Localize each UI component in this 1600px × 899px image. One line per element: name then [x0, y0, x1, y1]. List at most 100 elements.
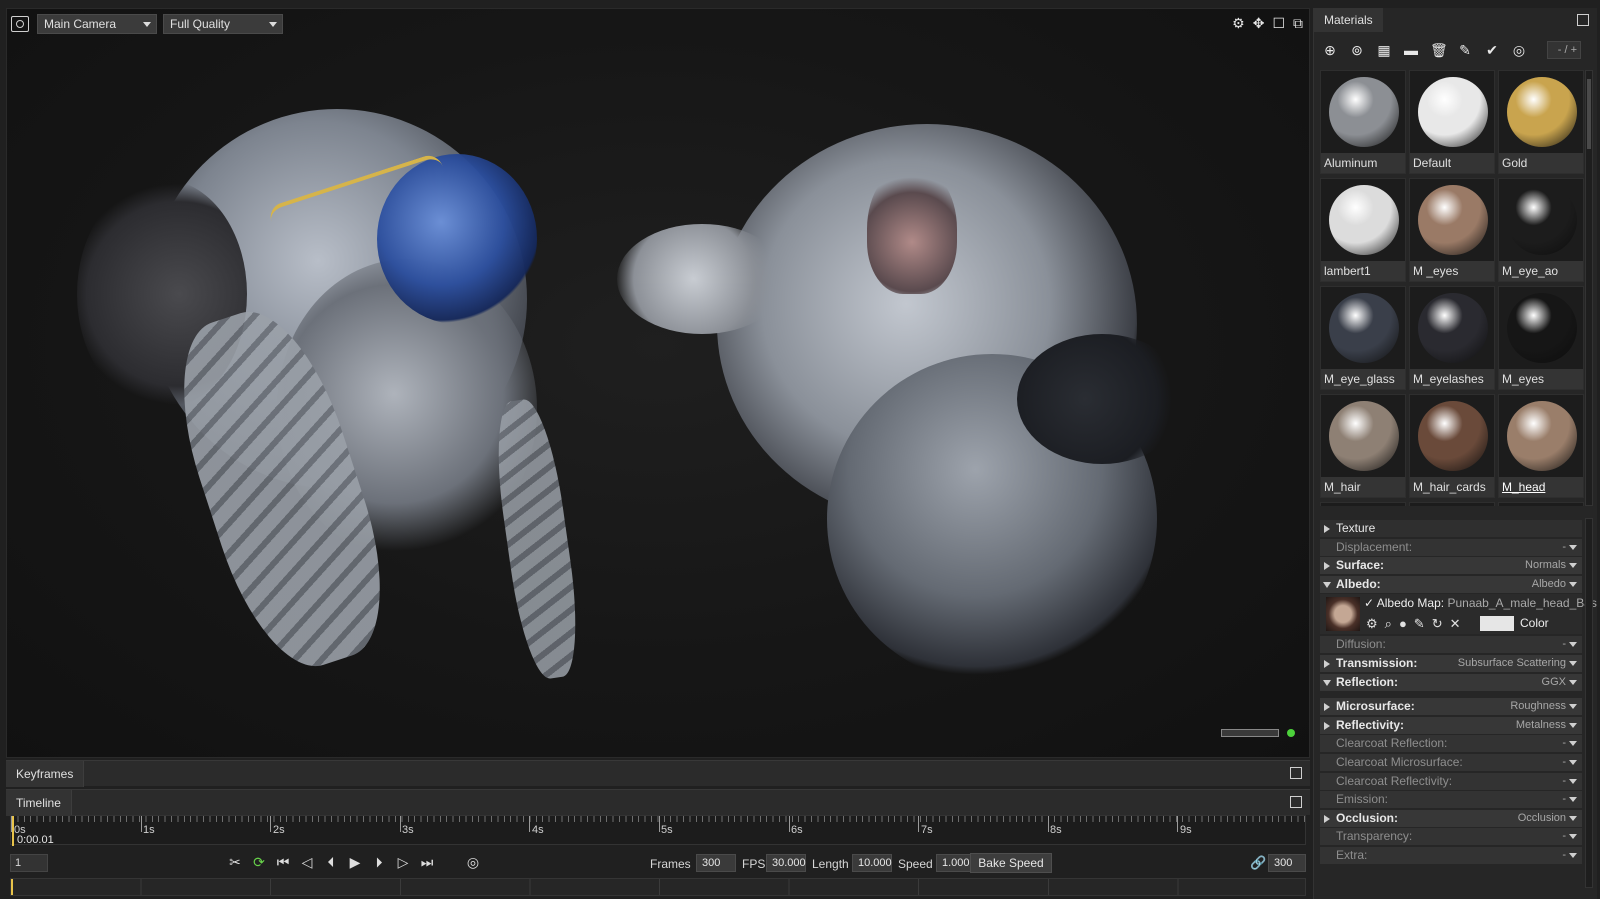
play-icon[interactable]: ▶: [348, 854, 362, 871]
next-keyframe-icon[interactable]: ▷: [396, 854, 410, 871]
section-diffusion[interactable]: Diffusion: -: [1320, 636, 1582, 654]
material-tile-selected[interactable]: M_head: [1498, 394, 1584, 498]
keyframe-track[interactable]: [10, 878, 1306, 896]
frames-field[interactable]: 300: [696, 854, 736, 872]
3d-viewport[interactable]: Main Camera Full Quality ⚙ ✥ ☐ ⧉: [6, 8, 1310, 758]
popout-icon[interactable]: ⧉: [1293, 14, 1303, 32]
material-tile[interactable]: [1409, 502, 1495, 506]
quality-dropdown-value: Full Quality: [170, 17, 231, 31]
material-tile[interactable]: Aluminum: [1320, 70, 1406, 174]
section-extra[interactable]: Extra: -: [1320, 846, 1582, 864]
section-surface[interactable]: Surface: Normals: [1320, 557, 1582, 575]
checker-icon[interactable]: ▦: [1376, 42, 1392, 58]
popout-icon[interactable]: [1577, 14, 1589, 26]
move-icon[interactable]: ✥: [1253, 14, 1265, 32]
step-forward-icon[interactable]: ⏵: [372, 854, 386, 871]
skip-start-icon[interactable]: ⏮: [276, 854, 290, 871]
camera-dropdown[interactable]: Main Camera: [37, 14, 157, 34]
albedo-map-file[interactable]: Punaab_A_male_head_Bas: [1447, 596, 1596, 610]
dropper-icon[interactable]: ●: [1399, 616, 1407, 632]
section-value: -: [1562, 774, 1566, 787]
section-reflection[interactable]: Reflection: GGX: [1320, 673, 1582, 691]
material-tile[interactable]: lambert1: [1320, 178, 1406, 282]
chevron-down-icon: [1569, 679, 1577, 685]
section-clearcoat-reflection[interactable]: Clearcoat Reflection: -: [1320, 735, 1582, 753]
albedo-thumbnail[interactable]: [1326, 597, 1360, 632]
bake-speed-button[interactable]: Bake Speed: [970, 853, 1052, 873]
material-tile[interactable]: [1320, 502, 1406, 506]
section-transmission[interactable]: Transmission: Subsurface Scattering: [1320, 654, 1582, 672]
prev-keyframe-icon[interactable]: ◁: [300, 854, 314, 871]
material-tile[interactable]: M _eyes: [1409, 178, 1495, 282]
tick-7s: [918, 816, 920, 832]
tab-keyframes[interactable]: Keyframes: [6, 761, 85, 787]
section-label: Reflection:: [1336, 674, 1399, 689]
gear-icon[interactable]: ⚙: [1366, 616, 1378, 632]
close-icon[interactable]: ✕: [1450, 616, 1461, 632]
albedo-map-row: ✓ Albedo Map: Punaab_A_male_head_Bas ⚙ ⌕…: [1320, 594, 1597, 635]
exposure-bar[interactable]: [1221, 729, 1279, 737]
material-tile[interactable]: M_eyes: [1498, 286, 1584, 390]
color-swatch[interactable]: [1480, 616, 1514, 632]
material-tile[interactable]: M_eyelashes: [1409, 286, 1495, 390]
section-albedo[interactable]: Albedo: Albedo: [1320, 575, 1582, 593]
loop-icon[interactable]: ⟳: [252, 854, 266, 871]
section-displacement[interactable]: Displacement: -: [1320, 538, 1582, 556]
material-tile[interactable]: M_hair: [1320, 394, 1406, 498]
refresh-icon[interactable]: ↻: [1432, 616, 1443, 632]
section-transparency[interactable]: Transparency: -: [1320, 828, 1582, 846]
materials-scrollbar[interactable]: [1585, 70, 1593, 506]
material-tile[interactable]: Gold: [1498, 70, 1584, 174]
material-tile[interactable]: [1498, 502, 1584, 506]
material-tile[interactable]: M_eye_glass: [1320, 286, 1406, 390]
page-indicator[interactable]: - / +: [1547, 41, 1581, 59]
duplicate-icon[interactable]: ⊚: [1349, 42, 1365, 58]
tick-1s: [140, 816, 142, 832]
length-field[interactable]: 10.000: [852, 854, 892, 872]
current-frame-field[interactable]: 1: [10, 854, 48, 872]
section-microsurface[interactable]: Microsurface: Roughness: [1320, 698, 1582, 716]
section-value: -: [1562, 848, 1566, 861]
playhead[interactable]: [12, 816, 14, 846]
skip-end-icon[interactable]: ⏭: [420, 854, 434, 871]
section-occlusion[interactable]: Occlusion: Occlusion: [1320, 809, 1582, 827]
link-icon[interactable]: 🔗: [1250, 855, 1266, 871]
trash-icon[interactable]: 🗑: [1430, 42, 1448, 58]
tab-timeline[interactable]: Timeline: [6, 790, 72, 816]
section-value: Occlusion: [1517, 811, 1566, 824]
properties-scrollbar[interactable]: [1585, 518, 1593, 888]
material-tile[interactable]: M_eye_ao: [1498, 178, 1584, 282]
search-icon[interactable]: ⌕: [1385, 616, 1392, 632]
section-value: GGX: [1541, 675, 1566, 688]
end-frame-field[interactable]: 300: [1268, 854, 1306, 872]
scissors-icon[interactable]: ✂: [228, 854, 242, 871]
section-label: Clearcoat Reflectivity:: [1336, 773, 1453, 788]
material-tile[interactable]: Default: [1409, 70, 1495, 174]
camera-icon[interactable]: [11, 16, 29, 32]
folder-icon[interactable]: ▬: [1403, 42, 1419, 58]
material-tile[interactable]: M_hair_cards: [1409, 394, 1495, 498]
step-back-icon[interactable]: ⏴: [324, 854, 338, 871]
chevron-down-icon: [1569, 852, 1577, 858]
quality-dropdown[interactable]: Full Quality: [163, 14, 283, 34]
timeline-ruler[interactable]: 0s 1s 2s 3s 4s 5s 6s 7s 8s 9s 0:00.01: [10, 815, 1306, 846]
fps-field[interactable]: 30.000: [766, 854, 806, 872]
section-value: -: [1562, 737, 1566, 750]
section-reflectivity[interactable]: Reflectivity: Metalness: [1320, 716, 1582, 734]
section-clearcoat-reflectivity[interactable]: Clearcoat Reflectivity: -: [1320, 772, 1582, 790]
popout-icon[interactable]: [1290, 767, 1302, 779]
section-emission[interactable]: Emission: -: [1320, 791, 1582, 809]
compass-icon[interactable]: ◎: [1511, 42, 1527, 58]
popout-icon[interactable]: [1290, 796, 1302, 808]
maximize-icon[interactable]: ☐: [1272, 14, 1285, 32]
expand-icon: [1324, 659, 1330, 668]
add-material-icon[interactable]: ⊕: [1322, 42, 1338, 58]
section-texture[interactable]: Texture: [1320, 520, 1582, 537]
section-clearcoat-microsurface[interactable]: Clearcoat Microsurface: -: [1320, 753, 1582, 771]
tab-materials[interactable]: Materials: [1314, 8, 1383, 32]
eyedropper-icon[interactable]: ✎: [1457, 42, 1473, 58]
gear-icon[interactable]: ⚙: [1232, 14, 1245, 32]
pencil-icon[interactable]: ✎: [1414, 616, 1425, 632]
check-icon[interactable]: ✔: [1484, 42, 1500, 58]
compass-icon[interactable]: ◎: [466, 854, 480, 871]
